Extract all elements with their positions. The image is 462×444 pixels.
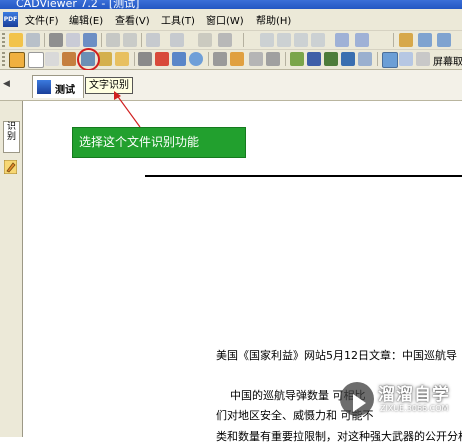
watermark-brand: 溜溜自学: [378, 385, 450, 405]
document-rule: [145, 175, 462, 177]
annotation-arrow: [114, 91, 141, 128]
watermark-site: ZIXUE.3066.COM: [380, 404, 449, 413]
document-line: 美国《国家利益》网站5月12日文章：中国巡航导: [216, 349, 457, 362]
watermark-play-icon: [340, 382, 374, 416]
annotation-callout: 选择这个文件识别功能: [72, 127, 246, 158]
watermark: 溜溜自学 ZIXUE.3066.COM: [340, 378, 462, 437]
